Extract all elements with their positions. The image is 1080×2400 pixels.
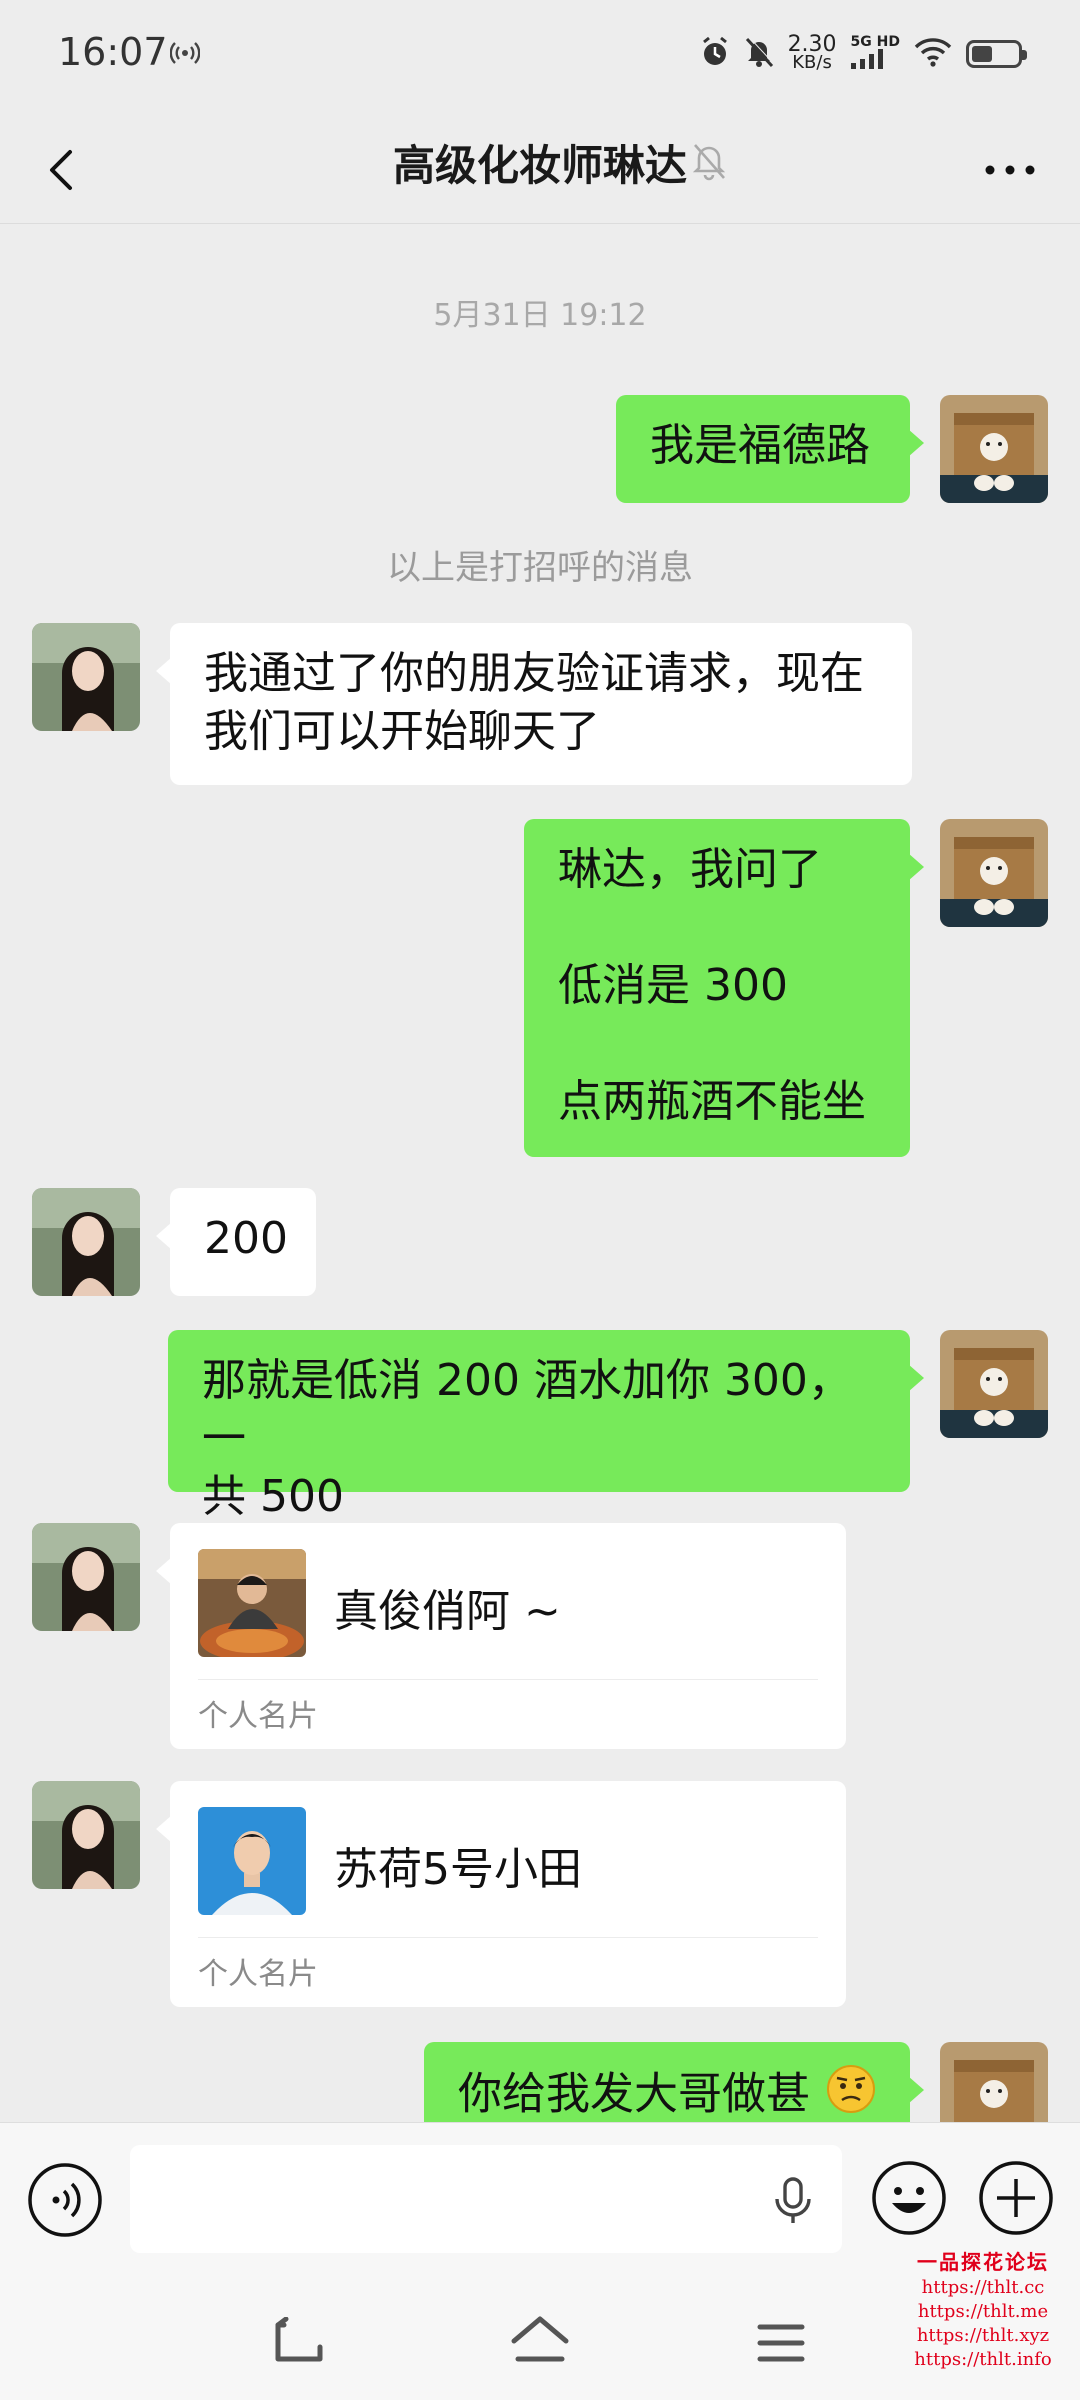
message-text: 那就是低消 200 酒水加你 300，一: [202, 1355, 852, 1464]
emoji-icon: [872, 2161, 946, 2235]
voice-toggle-button[interactable]: [26, 2161, 104, 2239]
more-button[interactable]: [980, 150, 1040, 190]
battery-icon: [966, 40, 1027, 68]
nav-back-icon[interactable]: [270, 2316, 330, 2371]
my-avatar[interactable]: [940, 2042, 1048, 2122]
message-text: 点两瓶酒不能坐: [558, 1076, 866, 1127]
contact-avatar[interactable]: [32, 623, 140, 731]
message-bubble-outgoing[interactable]: 你给我发大哥做甚: [424, 2042, 924, 2122]
shared-contact-avatar: [198, 1549, 306, 1657]
microphone-icon[interactable]: [770, 2175, 816, 2231]
cardboard-box-cat-avatar: [940, 395, 1048, 503]
mute-bell-icon: [744, 36, 774, 72]
chat-header: 高级化妆师琳达: [0, 112, 1080, 224]
woman-portrait-avatar: [32, 1523, 140, 1631]
message-text: 你给我发大哥做甚: [458, 2068, 810, 2120]
status-bar: 16:07 2.30 KB/s 5G HD: [0, 0, 1080, 112]
more-actions-button[interactable]: [977, 2159, 1055, 2237]
plus-icon: [979, 2161, 1053, 2235]
message-text: 我是福德路: [650, 420, 870, 471]
confused-face-emoji-icon: [826, 2064, 876, 2122]
signal-icon: [850, 49, 885, 73]
message-text: 低消是 300: [558, 960, 788, 1011]
message-text: 我通过了你的朋友验证请求，现在: [204, 648, 864, 699]
my-avatar[interactable]: [940, 395, 1048, 503]
message-bubble-incoming[interactable]: 我通过了你的朋友验证请求，现在 我们可以开始聊天了: [156, 623, 912, 785]
message-bubble-outgoing[interactable]: 那就是低消 200 酒水加你 300，一 共 500: [168, 1330, 924, 1522]
nav-home-icon[interactable]: [508, 2313, 572, 2373]
woman-portrait-avatar: [32, 1781, 140, 1889]
man-id-photo: [198, 1807, 306, 1915]
watermark-link: https://thlt.me: [917, 2301, 1049, 2322]
contact-avatar[interactable]: [32, 1523, 140, 1631]
my-avatar[interactable]: [940, 819, 1048, 927]
net-speed-unit: KB/s: [792, 52, 832, 73]
message-text: 共 500: [202, 1471, 344, 1522]
card-divider: [198, 1937, 818, 1938]
shared-contact-name: 真俊俏阿 ~: [334, 1586, 561, 1637]
cellular-signal: 5G HD: [850, 34, 900, 73]
cardboard-box-cat-avatar: [940, 2042, 1048, 2122]
contact-avatar[interactable]: [32, 1188, 140, 1296]
card-divider: [198, 1679, 818, 1680]
my-avatar[interactable]: [940, 1330, 1048, 1438]
contact-avatar[interactable]: [32, 1781, 140, 1889]
muted-bell-icon: [690, 140, 728, 186]
watermark-link: https://thlt.xyz: [916, 2325, 1050, 2346]
emoji-button[interactable]: [870, 2159, 948, 2237]
alarm-icon: [700, 36, 730, 72]
message-text: 琳达，我问了: [558, 844, 822, 895]
woman-portrait-avatar: [32, 623, 140, 731]
contact-card-message[interactable]: 苏荷5号小田 个人名片: [156, 1781, 846, 2007]
card-type-label: 个人名片: [198, 1957, 318, 1992]
voice-icon: [28, 2163, 102, 2237]
watermark-title: 一品探花论坛: [917, 2250, 1049, 2274]
message-text: 我们可以开始聊天了: [204, 706, 600, 757]
forum-watermark: 一品探花论坛 https://thlt.cc https://thlt.me h…: [898, 2248, 1068, 2372]
system-notice: 以上是打招呼的消息: [387, 548, 693, 588]
card-type-label: 个人名片: [198, 1699, 318, 1734]
chat-title: 高级化妆师琳达: [392, 141, 687, 190]
watermark-link: https://thlt.info: [914, 2349, 1052, 2370]
watermark-link: https://thlt.cc: [921, 2277, 1045, 2298]
woman-portrait-avatar: [32, 1188, 140, 1296]
message-text: 200: [204, 1213, 288, 1264]
shared-contact-avatar: [198, 1807, 306, 1915]
status-time: 16:07: [58, 30, 168, 74]
network-label: 5G HD: [850, 34, 900, 50]
message-bubble-incoming[interactable]: 200: [156, 1188, 316, 1296]
wifi-icon: [914, 37, 952, 71]
message-bubble-outgoing[interactable]: 我是福德路: [616, 395, 924, 503]
contact-card-message[interactable]: 真俊俏阿 ~ 个人名片: [156, 1523, 846, 1749]
net-speed: 2.30 KB/s: [788, 34, 837, 73]
message-timestamp: 5月31日 19:12: [433, 298, 647, 333]
more-dots-icon: [985, 165, 1035, 175]
nav-menu-icon[interactable]: [756, 2321, 806, 2369]
message-bubble-outgoing[interactable]: 琳达，我问了 低消是 300 点两瓶酒不能坐: [524, 819, 924, 1157]
cardboard-box-cat-avatar: [940, 819, 1048, 927]
status-icons: 2.30 KB/s 5G HD: [700, 32, 1027, 76]
chat-messages[interactable]: 5月31日 19:12 我是福德路 以上是打招呼的消息 我通过了你的朋友验证请求…: [0, 225, 1080, 2122]
man-with-hotpot-photo: [198, 1549, 306, 1657]
message-input[interactable]: [130, 2145, 842, 2253]
shared-contact-name: 苏荷5号小田: [334, 1844, 582, 1895]
cardboard-box-cat-avatar: [940, 1330, 1048, 1438]
hotspot-icon: [169, 40, 201, 70]
